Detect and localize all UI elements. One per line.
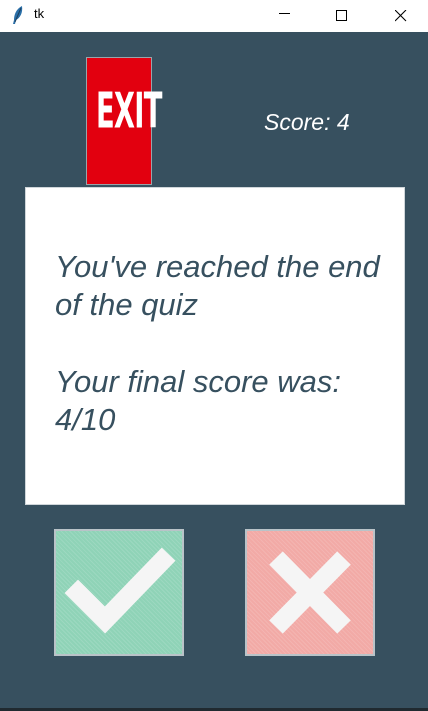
minimize-button[interactable] [262, 0, 308, 32]
close-button[interactable] [378, 0, 424, 32]
feather-icon [10, 5, 26, 25]
score-label: Score: 4 [264, 109, 350, 135]
window-title: tk [34, 6, 45, 21]
true-button[interactable] [54, 529, 184, 656]
final-score-message: Your final score was: 4/10 [55, 364, 342, 437]
maximize-button[interactable] [319, 0, 365, 32]
cross-icon [269, 551, 351, 634]
false-button[interactable] [245, 529, 375, 656]
message-panel: You've reached the end of the quiz Your … [25, 187, 405, 505]
maximize-icon [336, 10, 347, 21]
minimize-icon [279, 13, 290, 14]
end-of-quiz-message: You've reached the end of the quiz [55, 249, 380, 322]
exit-button[interactable]: EXIT [86, 57, 162, 185]
checkmark-icon [64, 547, 176, 634]
exit-label: EXIT [95, 82, 162, 140]
title-bar[interactable]: tk [0, 0, 428, 32]
quiz-window-content: EXIT Score: 4 You've reached the end of … [0, 32, 428, 708]
close-icon [395, 10, 407, 22]
